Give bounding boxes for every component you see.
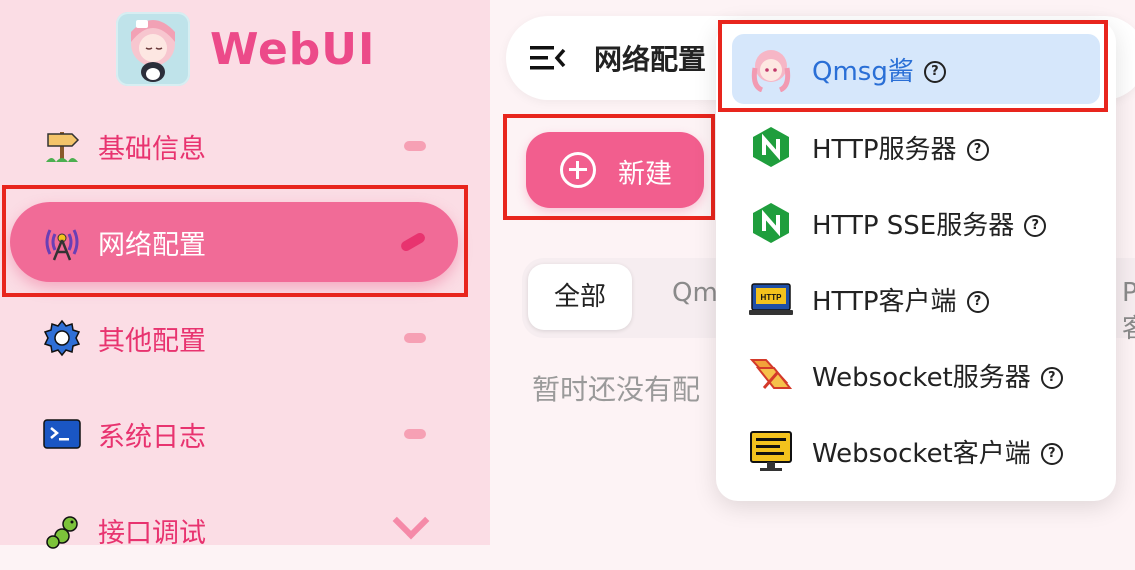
bug-icon [42, 510, 82, 550]
dropdown-item-label: HTTP服务器? [812, 129, 989, 166]
brand-title: WebUI [210, 23, 376, 75]
chevron-down-icon[interactable] [392, 502, 430, 540]
help-icon[interactable]: ? [1040, 443, 1063, 465]
logo-avatar [116, 12, 190, 86]
dropdown-item-label: Websocket客户端? [812, 433, 1063, 470]
page-title: 网络配置 [594, 43, 707, 76]
sidebar-item-label: 接口调试 [98, 517, 206, 549]
empty-state-text: 暂时还没有配 [532, 373, 701, 406]
dropdown-item-http-sse-server[interactable]: HTTP SSE服务器? [732, 188, 1100, 258]
dropdown-item-label: Qmsg酱? [812, 51, 946, 88]
terminal-icon [42, 414, 82, 454]
dropdown-item-label: Websocket服务器? [812, 357, 1063, 394]
new-button[interactable]: 新建 [526, 132, 704, 208]
qmsg-avatar-icon [748, 46, 794, 93]
monitor-icon [748, 428, 794, 474]
websocket-icon [748, 352, 794, 398]
sidebar-item-system-log[interactable]: 系统日志 [10, 394, 458, 474]
indicator-dash [404, 333, 426, 343]
dropdown-item-qmsg[interactable]: Qmsg酱? [732, 34, 1100, 104]
dropdown-item-http-server[interactable]: HTTP服务器? [732, 112, 1100, 182]
sidebar-item-api-debug[interactable]: 接口调试 [10, 490, 458, 570]
sidebar-item-other-config[interactable]: 其他配置 [10, 298, 458, 378]
collapse-menu-icon[interactable] [528, 42, 568, 74]
dropdown-item-websocket-client[interactable]: Websocket客户端? [732, 416, 1100, 486]
help-icon[interactable]: ? [1040, 367, 1063, 389]
sidebar: WebUI 基础信息 网络配置 其他配置 系统日志 接口调试 [0, 0, 490, 549]
plus-circle-icon [560, 152, 596, 188]
sidebar-item-label: 网络配置 [98, 229, 206, 261]
new-type-dropdown: Qmsg酱? HTTP服务器? HTTP SSE服务器? HTTP HTTP客户… [716, 20, 1116, 501]
tab-qmsg[interactable]: Qm [672, 278, 718, 308]
dropdown-item-websocket-server[interactable]: Websocket服务器? [732, 340, 1100, 410]
help-icon[interactable]: ? [923, 61, 946, 83]
sidebar-item-label: 其他配置 [98, 325, 206, 357]
tab-all[interactable]: 全部 [528, 264, 632, 330]
gear-icon [42, 318, 82, 358]
sidebar-item-network-config[interactable]: 网络配置 [10, 202, 458, 282]
indicator-dash [404, 429, 426, 439]
sidebar-item-label: 基础信息 [98, 133, 206, 165]
signpost-icon [42, 126, 82, 166]
antenna-icon [42, 222, 82, 262]
dropdown-item-label: HTTP SSE服务器? [812, 205, 1047, 242]
dropdown-item-http-client[interactable]: HTTP HTTP客户端? [732, 264, 1100, 334]
indicator-dash [404, 141, 426, 151]
nginx-icon [748, 200, 794, 246]
tab-partial[interactable]: P客 [1122, 278, 1135, 345]
new-button-label: 新建 [618, 159, 672, 190]
brand: WebUI [116, 12, 375, 86]
help-icon[interactable]: ? [966, 139, 989, 161]
help-icon[interactable]: ? [1024, 215, 1047, 237]
nginx-icon [748, 124, 794, 170]
help-icon[interactable]: ? [966, 291, 989, 313]
http-laptop-icon: HTTP [748, 276, 794, 322]
sidebar-item-basic-info[interactable]: 基础信息 [10, 106, 458, 186]
indicator-dash [399, 231, 427, 253]
svg-text:HTTP: HTTP [761, 293, 783, 302]
sidebar-item-label: 系统日志 [98, 421, 206, 453]
dropdown-item-label: HTTP客户端? [812, 281, 989, 318]
